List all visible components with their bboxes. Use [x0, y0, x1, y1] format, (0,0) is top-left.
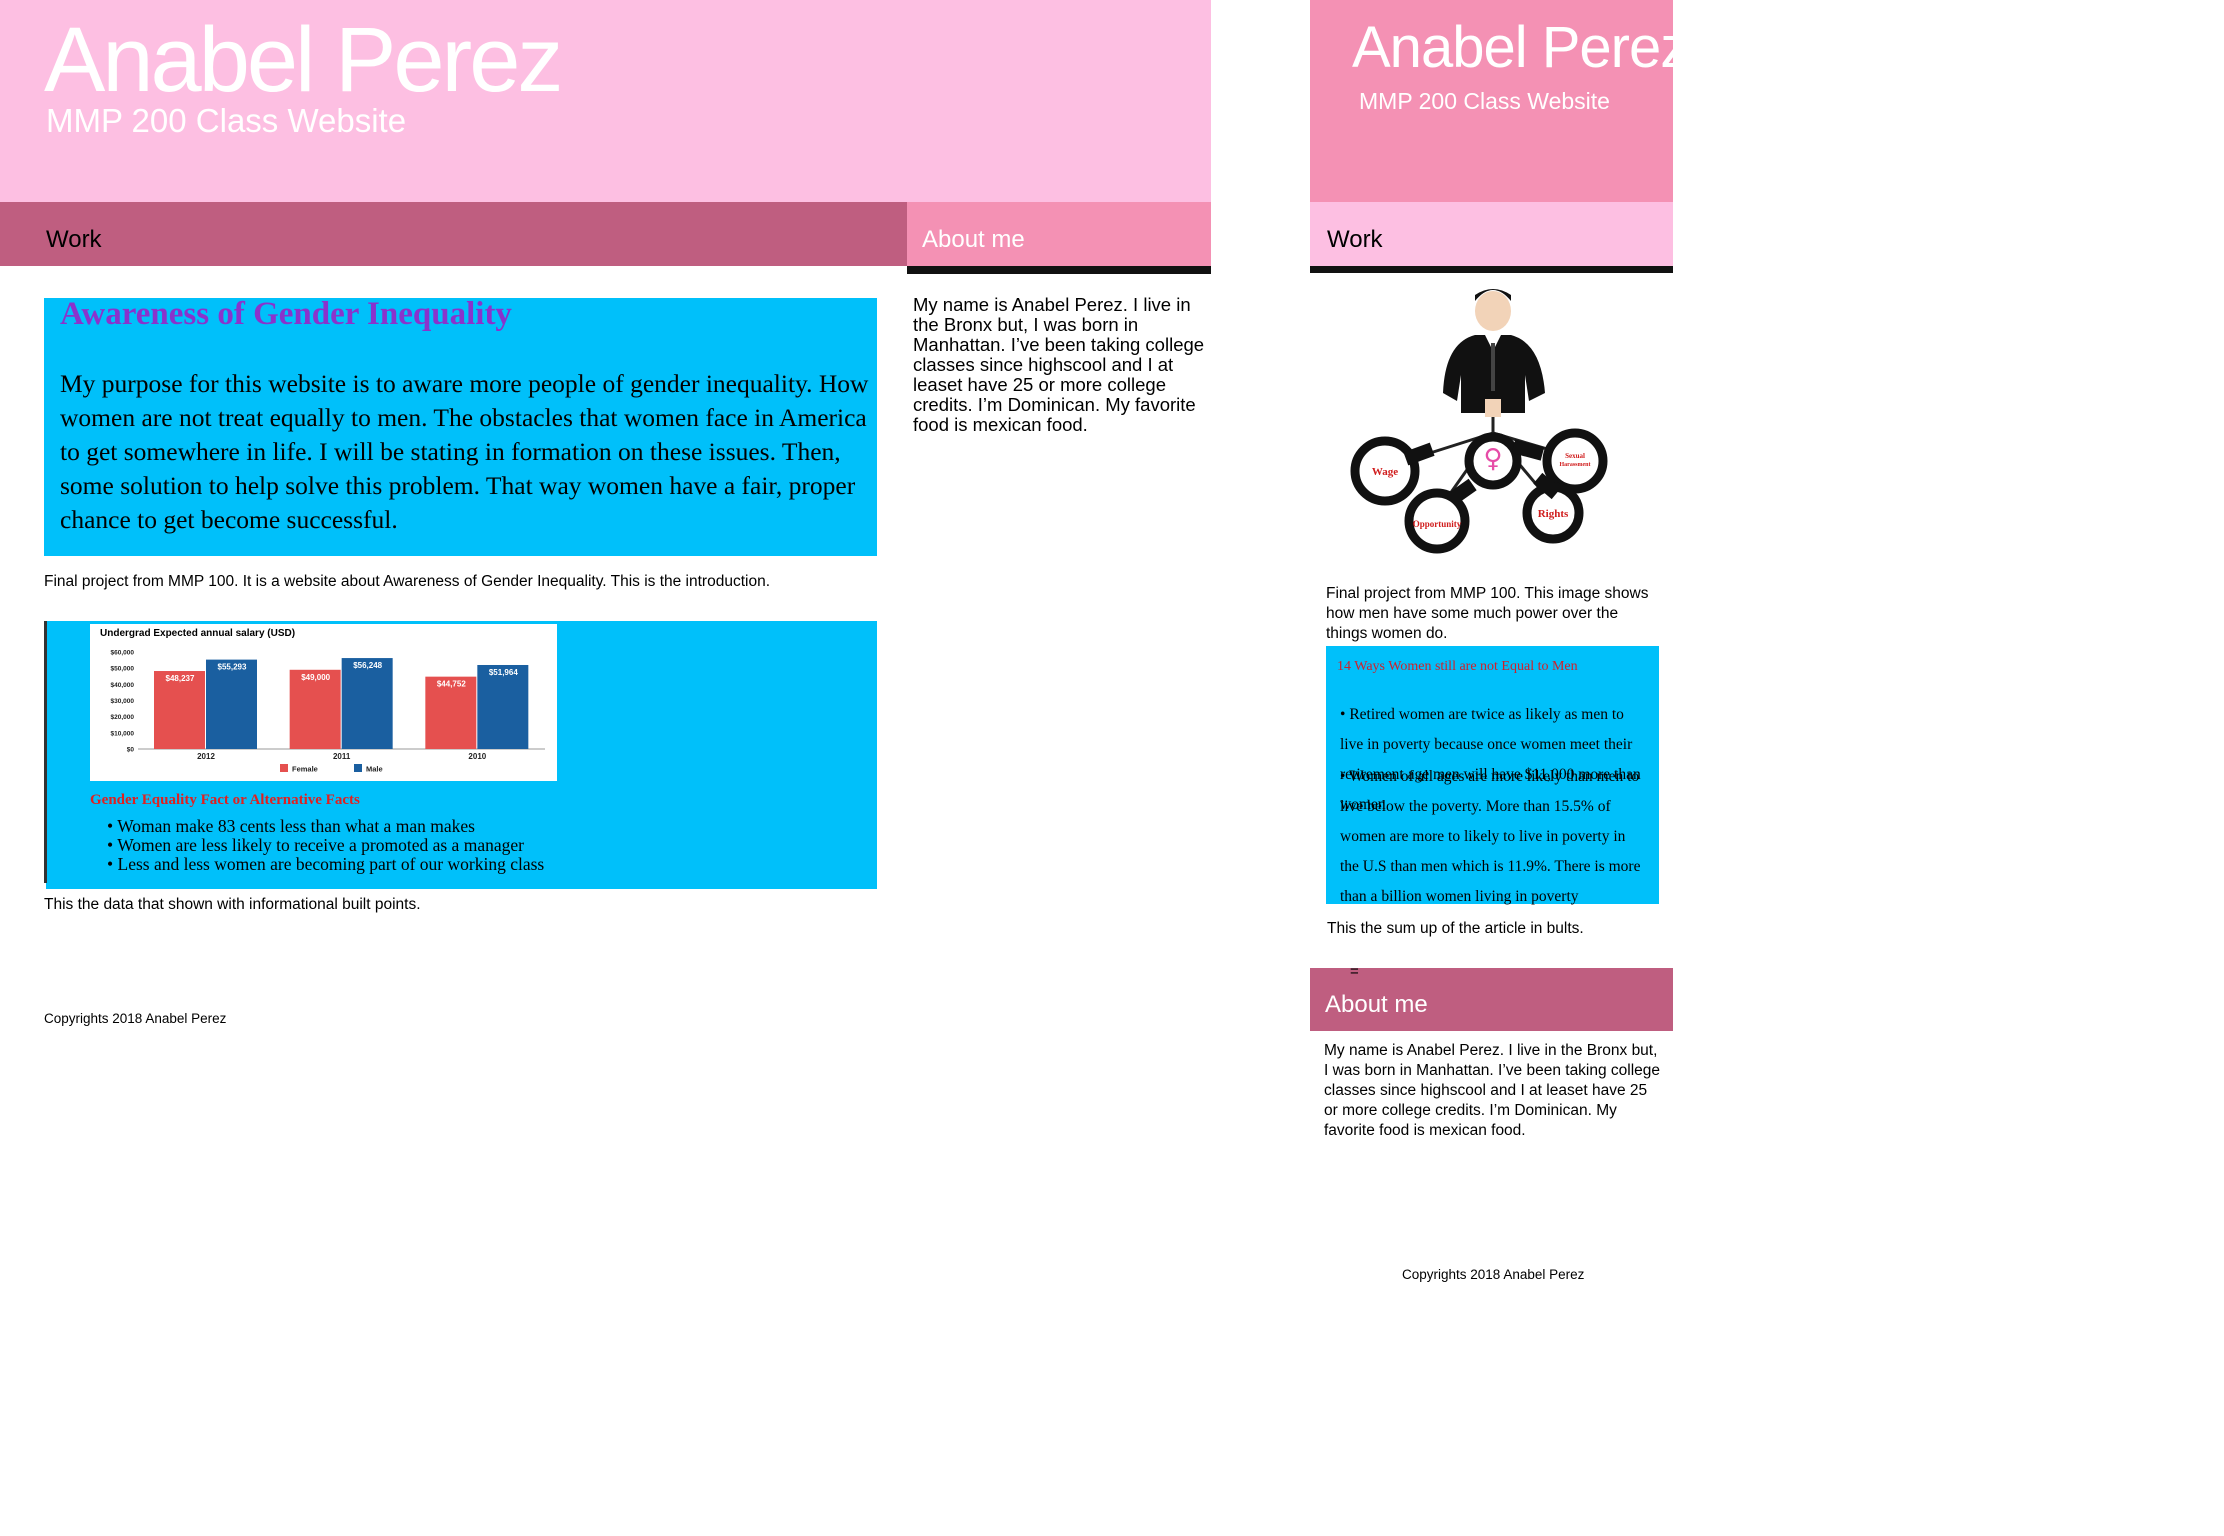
y-tick-label: $10,000: [111, 730, 135, 737]
facts-panel-edge: [44, 621, 47, 883]
mobile-image-caption: Final project from MMP 100. This image s…: [1326, 585, 1649, 642]
legend-label-male: Male: [366, 765, 383, 774]
harassment-label: Sexual: [1565, 452, 1585, 460]
mobile-article-title: 14 Ways Women still are not Equal to Men: [1337, 659, 1578, 674]
bar-data-label: $55,293: [218, 663, 247, 672]
harassment-label: Harassment: [1560, 462, 1591, 468]
opportunity-label: Opportunity: [1413, 519, 1462, 529]
x-tick-label: 2011: [333, 752, 351, 761]
desktop-nav-work-bar[interactable]: [0, 202, 907, 266]
fact-item: • Woman make 83 cents less than what a m…: [107, 816, 475, 836]
mobile-work-divider: [1310, 266, 1673, 273]
fact-item: • Women are less likely to receive a pro…: [107, 835, 524, 855]
wage-label: Wage: [1372, 466, 1398, 478]
bar-data-label: $44,752: [437, 680, 466, 689]
desktop-nav-about-link[interactable]: About me: [922, 226, 1025, 254]
legend-swatch-female: [280, 764, 288, 772]
legend-label-female: Female: [292, 765, 318, 774]
mobile-site-subtitle: MMP 200 Class Website: [1359, 88, 1610, 114]
bar-data-label: $48,237: [166, 674, 195, 683]
mobile-site-title: Anabel Perez: [1352, 15, 1689, 80]
x-tick-label: 2012: [197, 752, 215, 761]
rights-label: Rights: [1538, 508, 1569, 520]
y-tick-label: $0: [127, 747, 135, 754]
bar-data-label: $56,248: [353, 661, 382, 670]
bar-data-label: $51,964: [489, 668, 518, 677]
desktop-copyright: Copyrights 2018 Anabel Perez: [44, 1011, 227, 1026]
mobile-article-caption: This the sum up of the article in bults.: [1327, 920, 1584, 937]
bar-male-2012: [206, 659, 257, 749]
handcuffs-illustration: ♀ Wage Sexual Harassment Rights Opportun…: [1325, 283, 1660, 561]
desktop-site-subtitle: MMP 200 Class Website: [46, 102, 407, 139]
bar-data-label: $49,000: [301, 673, 330, 682]
facts-caption: This the data that shown with informatio…: [44, 896, 421, 913]
y-tick-label: $30,000: [111, 698, 135, 705]
desktop-about-text: My name is Anabel Perez. I live in the B…: [913, 294, 1205, 435]
svg-text:♀: ♀: [1483, 444, 1502, 474]
salary-chart: $0 $10,000 $20,000 $30,000 $40,000 $50,000 $60…: [111, 650, 545, 774]
mobile-about-text: My name is Anabel Perez. I live in the B…: [1324, 1042, 1661, 1139]
intro-caption: Final project from MMP 100. It is a webs…: [44, 573, 771, 590]
x-tick-label: 2010: [468, 752, 486, 761]
fact-item: • Less and less women are becoming part …: [107, 854, 545, 874]
desktop-nav-work-link[interactable]: Work: [46, 226, 102, 254]
y-tick-label: $20,000: [111, 714, 135, 721]
y-tick-label: $60,000: [111, 650, 135, 657]
y-tick-label: $40,000: [111, 682, 135, 689]
desktop-about-divider: [907, 266, 1211, 274]
intro-title: Awareness of Gender Inequality: [60, 296, 512, 332]
bar-male-2011: [341, 658, 393, 749]
bar-male-2010: [477, 664, 529, 749]
y-tick-label: $50,000: [111, 666, 135, 673]
mobile-nav-about-link[interactable]: About me: [1325, 991, 1428, 1019]
facts-title: Gender Equality Fact or Alternative Fact…: [90, 792, 360, 808]
mobile-article-bullet: • Women of all ages are more likely than…: [1340, 768, 1641, 905]
chart-title: Undergrad Expected annual salary (USD): [100, 628, 296, 639]
legend-swatch-male: [354, 764, 362, 772]
intro-text: My purpose for this website is to aware …: [60, 369, 869, 534]
businessman-handcuffs-image: ♀ Wage Sexual Harassment Rights Opportun…: [1350, 289, 1608, 554]
salary-chart-card: $0 $10,000 $20,000 $30,000 $40,000 $50,000 $60…: [90, 624, 557, 781]
stray-mark: =: [1350, 963, 1359, 980]
mobile-copyright: Copyrights 2018 Anabel Perez: [1402, 1267, 1585, 1282]
desktop-site-title: Anabel Perez: [44, 9, 563, 111]
mobile-nav-work-link[interactable]: Work: [1327, 226, 1383, 254]
